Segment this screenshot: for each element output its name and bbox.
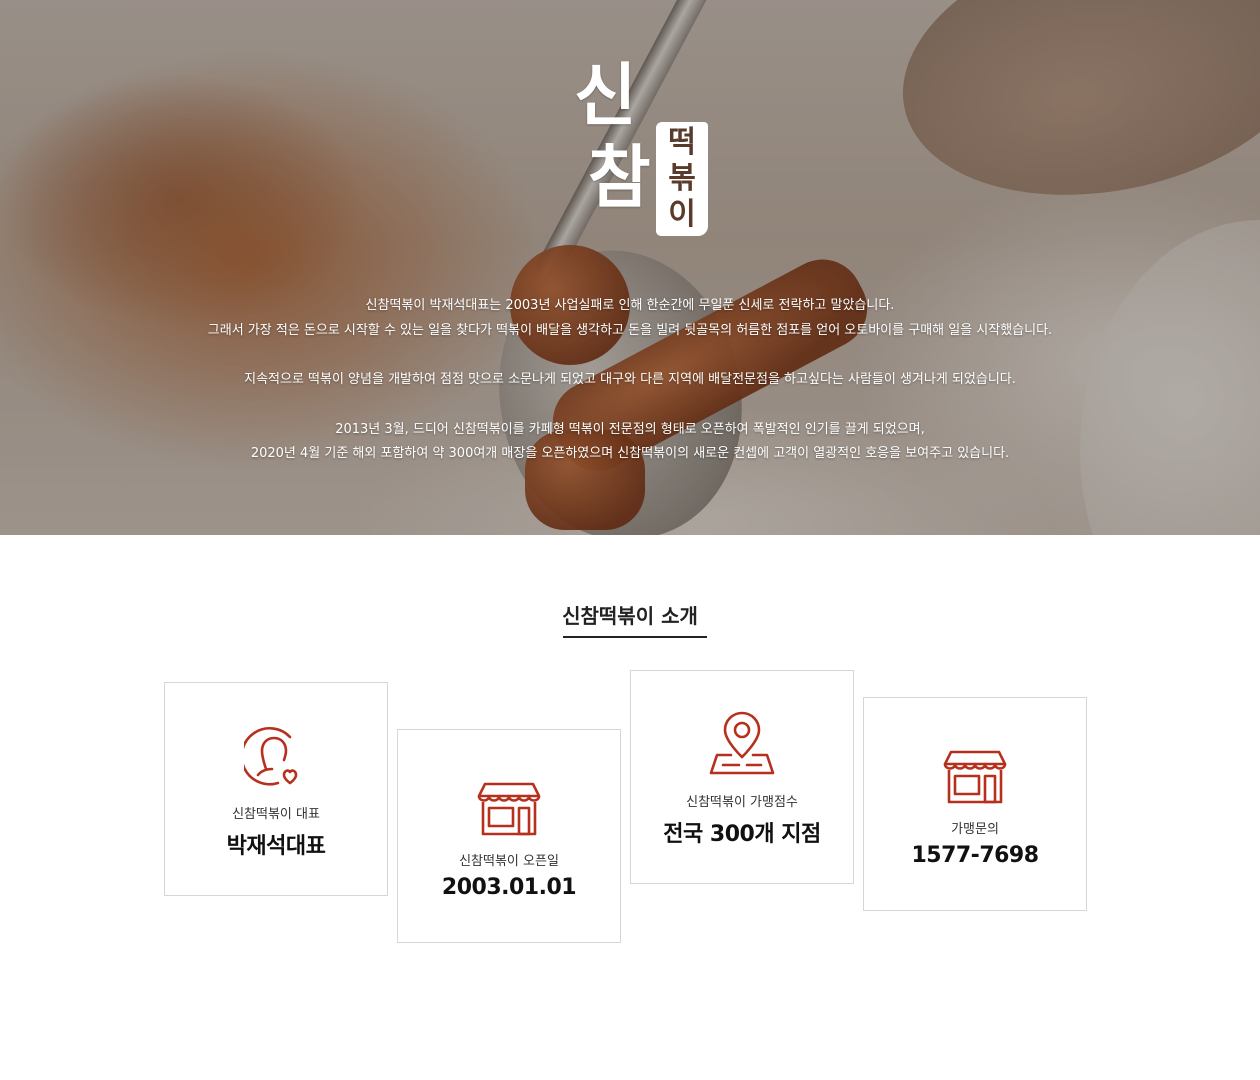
card-label: 신참떡볶이 오픈일 xyxy=(459,854,559,869)
story-line: 신참떡볶이 박재석대표는 2003년 사업실패로 인해 한순간에 무일푼 신세로… xyxy=(365,298,895,313)
section-title: 신참떡볶이 소개 xyxy=(562,604,698,628)
person-heart-icon xyxy=(165,723,387,789)
info-card-franchise-inquiry: 가맹문의 1577-7698 xyxy=(863,697,1087,911)
story-line: 지속적으로 떡볶이 양념을 개발하여 점점 맛으로 소문나게 되었고 대구와 다… xyxy=(244,372,1016,387)
story-line: 그래서 가장 적은 돈으로 시작할 수 있는 일을 찾다가 떡볶이 배달을 생각… xyxy=(207,322,1053,338)
logo-char: 떡 xyxy=(668,125,696,160)
storefront-icon xyxy=(398,782,620,836)
map-pin-icon xyxy=(631,711,853,777)
card-label: 가맹문의 xyxy=(951,822,999,837)
title-underline xyxy=(563,636,707,638)
logo-char: 이 xyxy=(668,197,696,232)
card-value: 1577-7698 xyxy=(911,843,1039,868)
logo-sub-box: 떡 볶 이 xyxy=(656,122,708,236)
card-value: 박재석대표 xyxy=(226,834,326,859)
story-line: 2013년 3월, 드디어 신참떡볶이를 카페형 떡볶이 전문점의 형태로 오픈… xyxy=(335,421,925,437)
hero-banner: 신 참 떡 볶 이 신참떡볶이 박재석대표는 2003년 사업실패로 인해 한순… xyxy=(0,0,1260,535)
storefront-icon xyxy=(864,750,1086,804)
info-card-ceo: 신참떡볶이 대표 박재석대표 xyxy=(164,682,388,896)
logo-char: 볶 xyxy=(668,161,696,196)
story-line: 2020년 4월 기준 해외 포함하여 약 300여개 매장을 오픈하였으며 신… xyxy=(250,446,1010,461)
logo-char: 신 xyxy=(574,56,637,136)
card-label: 신참떡볶이 가맹점수 xyxy=(686,795,798,810)
card-value: 전국 300개 지점 xyxy=(663,822,821,847)
card-label: 신참떡볶이 대표 xyxy=(232,807,320,822)
info-card-franchise-count: 신참떡볶이 가맹점수 전국 300개 지점 xyxy=(630,670,854,884)
logo-char: 참 xyxy=(588,138,651,218)
brand-logo: 신 참 떡 볶 이 xyxy=(570,60,710,240)
brand-story: 신참떡볶이 박재석대표는 2003년 사업실패로 인해 한순간에 무일푼 신세로… xyxy=(0,294,1260,467)
info-card-open-date: 신참떡볶이 오픈일 2003.01.01 xyxy=(397,729,621,943)
card-value: 2003.01.01 xyxy=(441,875,577,900)
